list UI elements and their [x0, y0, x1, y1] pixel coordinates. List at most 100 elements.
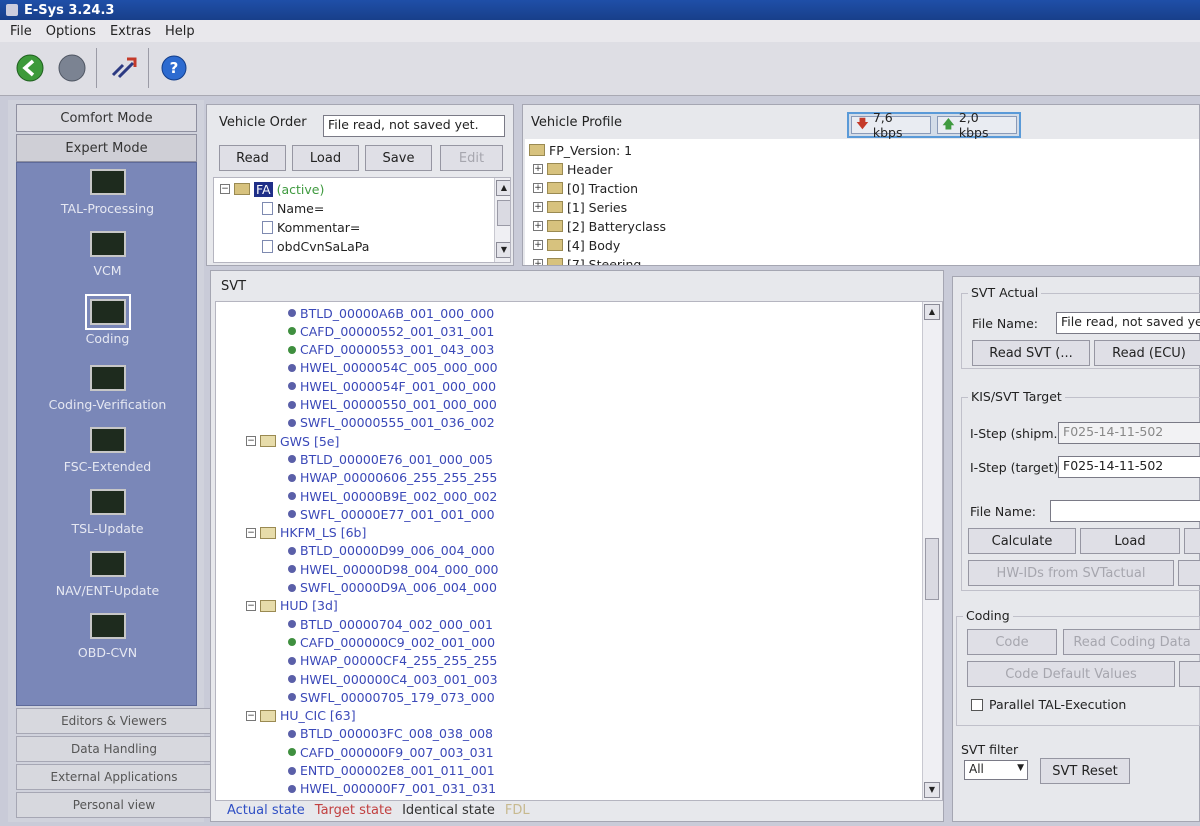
scroll-down-icon[interactable]: ▼	[924, 782, 940, 798]
svt-item-node[interactable]: BTLD_00000A6B_001_000_000	[288, 304, 494, 322]
tree-node-body[interactable]: + [4] Body	[533, 236, 620, 254]
svt-item-node[interactable]: CAFD_000000F9_007_003_031	[288, 743, 494, 761]
svt-reset-button[interactable]: SVT Reset	[1040, 758, 1130, 784]
svt-actual-file-field[interactable]: File read, not saved yet.	[1056, 312, 1200, 334]
tree-node-name[interactable]: Name=	[262, 199, 324, 217]
chevron-down-icon[interactable]: ▼	[1017, 763, 1024, 773]
code-default-values-button[interactable]: Code Default Values	[967, 661, 1175, 687]
svt-item-node[interactable]: CAFD_00000553_001_043_003	[288, 341, 494, 359]
istep-shipm-field[interactable]: F025-14-11-502	[1058, 422, 1200, 444]
svt-item-node[interactable]: BTLD_00000704_002_000_001	[288, 615, 493, 633]
coding-more-button[interactable]	[1179, 661, 1200, 687]
nav-data-handling[interactable]: Data Handling	[16, 736, 212, 762]
svt-item-node[interactable]: BTLD_000003FC_008_038_008	[288, 725, 493, 743]
parallel-tal-checkbox[interactable]: Parallel TAL-Execution	[971, 697, 1126, 712]
tree-node-batteryclass[interactable]: + [2] Batteryclass	[533, 217, 666, 235]
svt-group-node[interactable]: − GWS [5e]	[246, 432, 339, 450]
comfort-mode-button[interactable]: Comfort Mode	[16, 104, 197, 132]
svt-item-node[interactable]: CAFD_00000552_001_031_001	[288, 322, 494, 340]
menu-options[interactable]: Options	[46, 24, 96, 39]
svt-item-node[interactable]: SWFL_00000705_179_073_000	[288, 688, 495, 706]
tree-node-kommentar[interactable]: Kommentar=	[262, 218, 360, 236]
nav-external-applications[interactable]: External Applications	[16, 764, 212, 790]
expert-mode-button[interactable]: Expert Mode	[16, 134, 197, 162]
collapse-icon[interactable]: −	[220, 184, 230, 194]
forward-icon[interactable]	[56, 52, 88, 84]
istep-target-field[interactable]: F025-14-11-502	[1058, 456, 1200, 478]
expand-icon[interactable]: +	[533, 183, 543, 193]
collapse-icon[interactable]: −	[246, 600, 256, 611]
svt-group-node[interactable]: − HU_CIC [63]	[246, 707, 356, 725]
svt-item-node[interactable]: HWEL_00000550_001_000_000	[288, 396, 497, 414]
svt-item-node[interactable]: HWEL_0000054F_001_000_000	[288, 377, 496, 395]
help-icon[interactable]: ?	[158, 52, 190, 84]
vertical-scrollbar[interactable]: ▲ ▼	[922, 302, 942, 800]
tree-node-steering[interactable]: + [7] Steering	[533, 255, 641, 265]
mode-tal-processing[interactable]: TAL-Processing	[17, 167, 198, 229]
svt-filter-select[interactable]: All ▼	[964, 760, 1028, 780]
mode-tsl-update[interactable]: TSL-Update	[17, 487, 198, 549]
svt-item-node[interactable]: HWAP_00000CF4_255_255_255	[288, 652, 497, 670]
mode-fsc-extended[interactable]: FSC-Extended	[17, 425, 198, 487]
svt-group-node[interactable]: − HUD [3d]	[246, 597, 338, 615]
vertical-scrollbar[interactable]: ▲ ▼	[494, 178, 510, 262]
collapse-icon[interactable]: −	[246, 527, 256, 538]
nav-editors-viewers[interactable]: Editors & Viewers	[16, 708, 212, 734]
svt-item-node[interactable]: BTLD_00000E76_001_000_005	[288, 450, 493, 468]
expand-icon[interactable]: +	[533, 164, 543, 174]
code-button[interactable]: Code	[967, 629, 1057, 655]
expand-icon[interactable]: +	[533, 240, 543, 250]
scroll-thumb[interactable]	[925, 538, 939, 600]
tree-node-series[interactable]: + [1] Series	[533, 198, 627, 216]
tree-node-header[interactable]: + Header	[533, 160, 613, 178]
collapse-icon[interactable]: −	[246, 710, 256, 721]
edit-button[interactable]: Edit	[440, 145, 503, 171]
kis-file-name-field[interactable]	[1050, 500, 1200, 522]
tree-node-obdcvn[interactable]: obdCvnSaLaPa	[262, 237, 369, 255]
kis-load-button[interactable]: Load	[1080, 528, 1180, 554]
svt-item-node[interactable]: HWEL_000000C4_003_001_003	[288, 670, 498, 688]
menu-help[interactable]: Help	[165, 24, 195, 39]
svt-item-node[interactable]: SWFL_00000555_001_036_002	[288, 414, 495, 432]
mode-coding[interactable]: Coding	[17, 294, 198, 359]
mode-nav-ent-update[interactable]: NAV/ENT-Update	[17, 549, 198, 611]
menu-file[interactable]: File	[10, 24, 32, 39]
checkbox-icon[interactable]	[971, 698, 983, 711]
read-svt-button[interactable]: Read SVT (...	[972, 340, 1090, 366]
collapse-icon[interactable]: −	[246, 436, 256, 447]
svt-item-node[interactable]: SWFL_00000D9A_006_004_000	[288, 579, 497, 597]
nav-personal-view[interactable]: Personal view	[16, 792, 212, 818]
connect-icon[interactable]	[108, 52, 140, 84]
load-button[interactable]: Load	[292, 145, 359, 171]
mode-obd-cvn[interactable]: OBD-CVN	[17, 611, 198, 673]
mode-vcm[interactable]: VCM	[17, 229, 198, 291]
svt-item-node[interactable]: ENTD_000002E8_001_011_001	[288, 762, 495, 780]
tree-node-fp-version[interactable]: FP_Version: 1	[529, 141, 632, 159]
tree-node-fa[interactable]: − FA (active)	[220, 180, 324, 198]
svt-item-node[interactable]: HWEL_00000B9E_002_000_002	[288, 487, 497, 505]
svt-item-node[interactable]: HWEL_0000054C_005_000_000	[288, 359, 498, 377]
mode-coding-verification[interactable]: Coding-Verification	[17, 363, 198, 425]
kis-more-button[interactable]	[1184, 528, 1200, 554]
scroll-down-icon[interactable]: ▼	[496, 242, 510, 258]
hw-ids-more-button[interactable]	[1178, 560, 1200, 586]
svt-item-node[interactable]: HWEL_00000D98_004_000_000	[288, 560, 499, 578]
scroll-up-icon[interactable]: ▲	[496, 180, 510, 196]
svt-item-node[interactable]: HWAP_00000606_255_255_255	[288, 469, 497, 487]
svt-item-node[interactable]: BTLD_00000D99_006_004_000	[288, 542, 495, 560]
read-coding-data-button[interactable]: Read Coding Data	[1063, 629, 1200, 655]
svt-item-node[interactable]: SWFL_00000E77_001_001_000	[288, 505, 495, 523]
tree-node-traction[interactable]: + [0] Traction	[533, 179, 638, 197]
svt-item-node[interactable]: HWEL_000000F7_001_031_031	[288, 780, 496, 798]
expand-icon[interactable]: +	[533, 202, 543, 212]
read-button[interactable]: Read	[219, 145, 286, 171]
scroll-thumb[interactable]	[497, 200, 510, 226]
save-button[interactable]: Save	[365, 145, 432, 171]
back-icon[interactable]	[14, 52, 46, 84]
expand-icon[interactable]: +	[533, 259, 543, 265]
vehicle-order-status-field[interactable]: File read, not saved yet.	[323, 115, 505, 137]
read-ecu-button[interactable]: Read (ECU)	[1094, 340, 1200, 366]
menu-extras[interactable]: Extras	[110, 24, 151, 39]
hw-ids-button[interactable]: HW-IDs from SVTactual	[968, 560, 1174, 586]
scroll-up-icon[interactable]: ▲	[924, 304, 940, 320]
